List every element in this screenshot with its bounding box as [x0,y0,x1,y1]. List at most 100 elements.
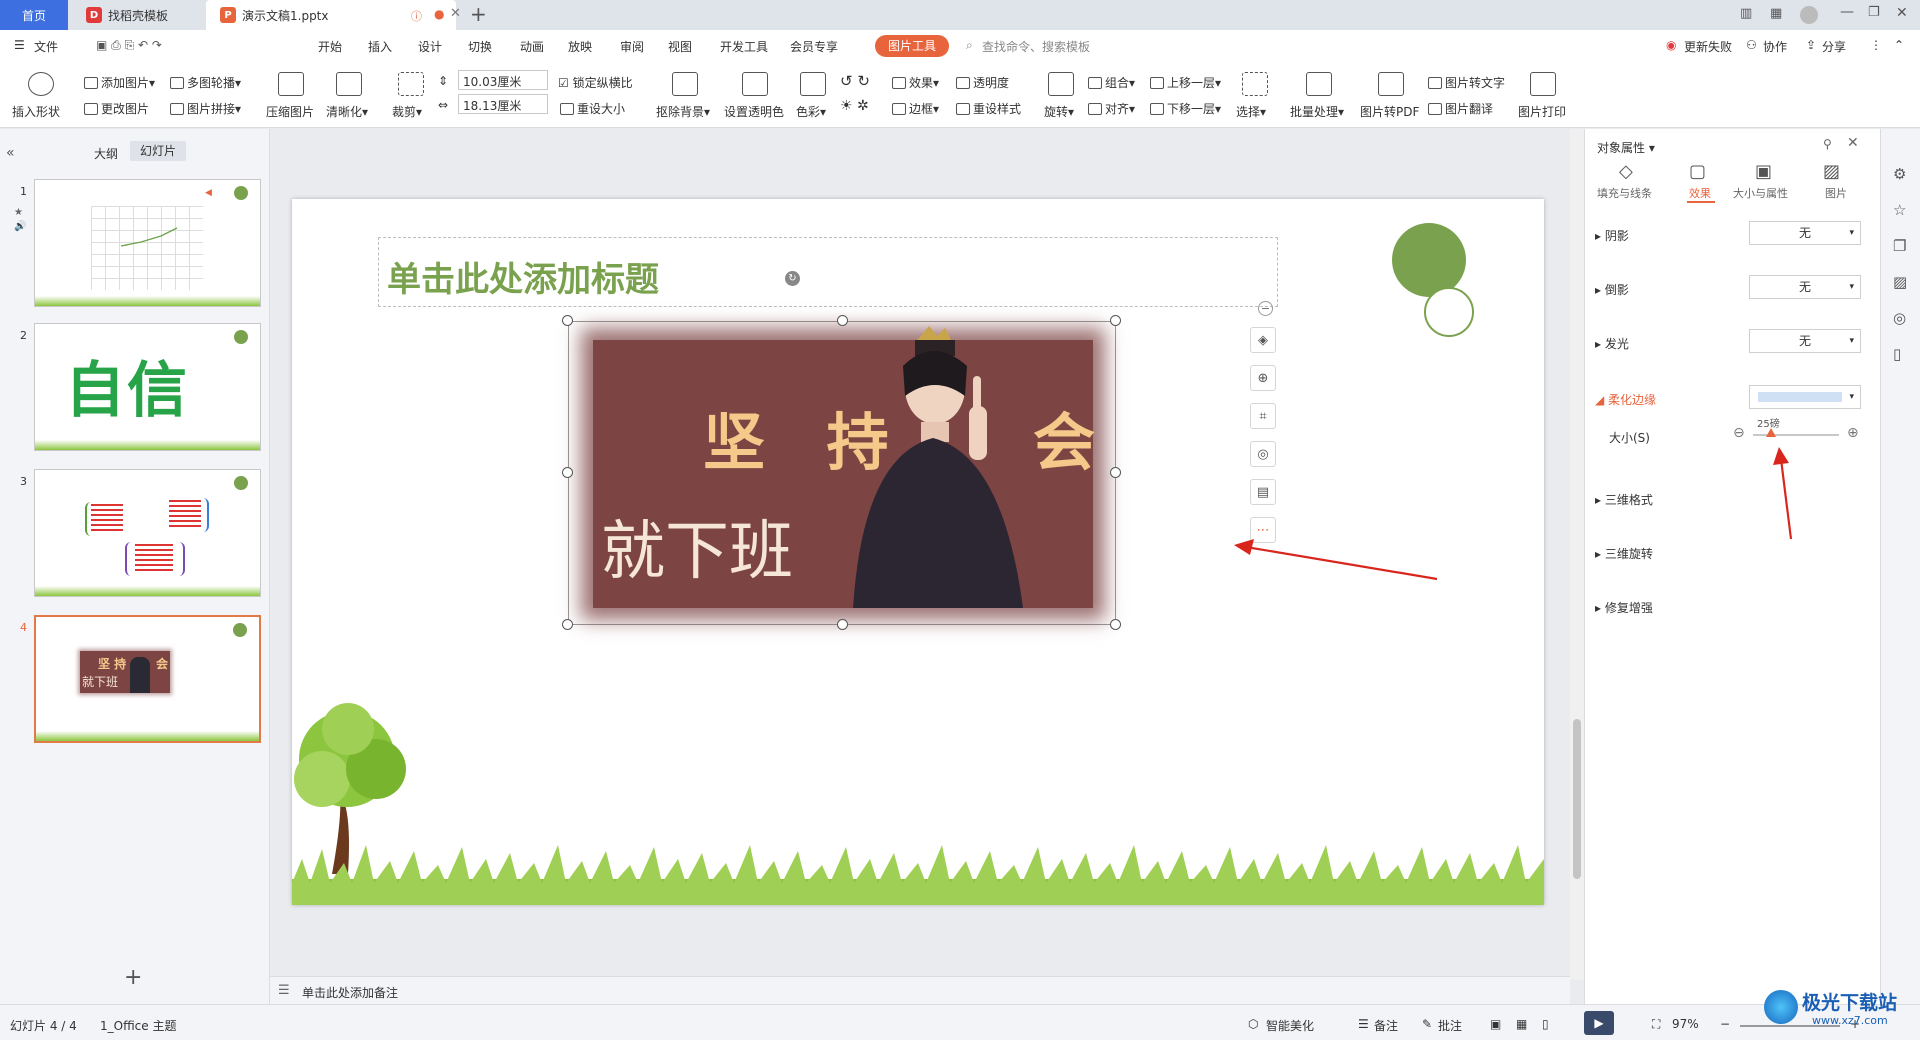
idea-icon[interactable]: ◎ [1250,441,1276,467]
book-icon[interactable]: ▯ [1893,345,1901,363]
resize-handle-sw[interactable] [562,619,573,630]
image-icon[interactable]: ▨ [1893,273,1907,291]
menu-item[interactable]: 插入 [368,38,392,55]
play-button[interactable]: ▶ [1584,1011,1614,1035]
effects-button[interactable]: 效果▾ [892,74,939,91]
crop-button[interactable]: 裁剪▾ [392,103,422,120]
zoom-out-icon[interactable]: − [1720,1017,1730,1031]
row-reflection[interactable]: ▸ 倒影 [1595,281,1629,298]
border-button[interactable]: 边框▾ [892,100,939,117]
brightness-icon[interactable]: ☀ ✲ [840,98,869,114]
panel-title[interactable]: 对象属性 ▾ [1597,139,1655,156]
vertical-scrollbar[interactable] [1570,129,1584,980]
search-icon[interactable]: ⌕ [966,38,973,53]
beautify-icon[interactable]: ⬡ [1248,1017,1258,1031]
collapse-toolbar-icon[interactable]: − [1258,301,1273,316]
notes-placeholder[interactable]: 单击此处添加备注 [302,984,398,1001]
row-3d-format[interactable]: ▸ 三维格式 [1595,491,1653,508]
location-icon[interactable]: ◎ [1893,309,1906,327]
tab-slides[interactable]: 幻灯片 [130,141,186,161]
slide-thumb-3[interactable] [34,469,261,597]
tab-size-props[interactable]: 大小与属性 [1733,185,1788,201]
reflection-dropdown[interactable]: 无 ▾ [1749,275,1861,299]
resize-handle-n[interactable] [837,315,848,326]
share-button[interactable]: 分享 [1822,38,1846,55]
sorter-view-icon[interactable]: ▦ [1516,1017,1527,1031]
share-icon[interactable]: ⇪ [1806,38,1816,52]
picture-tab-icon[interactable]: ▨ [1823,161,1840,182]
image-splice-button[interactable]: 图片拼接▾ [170,100,241,117]
select-button[interactable]: 选择▾ [1236,103,1266,120]
menu-picture-tools[interactable]: 图片工具 [875,35,949,57]
tab-document[interactable]: P 演示文稿1.pptx ⓘ ● [206,0,456,30]
tab-template[interactable]: D 找稻壳模板 [72,0,202,30]
tab-home[interactable]: 首页 [0,0,68,30]
theme-name[interactable]: 1_Office 主题 [100,1017,176,1034]
change-image-button[interactable]: 更改图片 [84,100,149,117]
quick-access-toolbar[interactable]: ▣ ⎙ ⎘ ↶ ↷ [96,38,162,53]
resize-handle-se[interactable] [1110,619,1121,630]
hamburger-icon[interactable]: ☰ [14,38,25,52]
width-field[interactable]: 10.03厘米 [458,70,548,90]
beautify-button[interactable]: 智能美化 [1266,1017,1314,1034]
row-repair[interactable]: ▸ 修复增强 [1595,599,1653,616]
image-to-text-icon[interactable]: ▤ [1250,479,1276,505]
reading-view-icon[interactable]: ▯ [1542,1017,1549,1031]
close-panel-icon[interactable]: ✕ [1847,135,1859,151]
collab-icon[interactable]: ⚇ [1746,38,1757,52]
menu-file[interactable]: 文件 [34,38,58,55]
comments-toggle[interactable]: 批注 [1438,1017,1462,1034]
menu-item[interactable]: 动画 [520,38,544,55]
resize-handle-w[interactable] [562,467,573,478]
crop-tool-icon[interactable]: ⌗ [1250,403,1276,429]
resize-handle-ne[interactable] [1110,315,1121,326]
copy-format-icon[interactable]: ❐ [1893,237,1906,255]
menu-item[interactable]: 视图 [668,38,692,55]
zoom-icon[interactable]: ⊕ [1250,365,1276,391]
height-field[interactable]: 18.13厘米 [458,94,548,114]
layers-icon[interactable]: ◈ [1250,327,1276,353]
slide-title[interactable]: 单击此处添加标题 [387,252,659,301]
remove-bg-button[interactable]: 抠除背景▾ [656,103,710,120]
close-tab-icon[interactable]: ✕ [450,6,461,21]
command-search[interactable]: 查找命令、搜索模板 [982,38,1090,55]
animation-icon[interactable]: ☆ [1893,201,1906,219]
close-window-icon[interactable]: ✕ [1896,5,1908,21]
effects-tab-icon[interactable]: ▢ [1689,161,1706,182]
resize-handle-s[interactable] [837,619,848,630]
menu-item[interactable]: 会员专享 [790,38,838,55]
group-button[interactable]: 组合▾ [1088,74,1135,91]
minimize-icon[interactable]: — [1840,4,1854,20]
tab-fill-line[interactable]: 填充与线条 [1597,185,1652,201]
picture-selection-frame[interactable]: 坚 持 会 就下班 [568,321,1116,625]
row-glow[interactable]: ▸ 发光 [1595,335,1629,352]
transparency-button[interactable]: 透明度 [956,74,1009,91]
normal-view-icon[interactable]: ▣ [1490,1017,1501,1031]
green-circle-shape[interactable] [1392,223,1466,297]
translate-button[interactable]: 图片翻译 [1428,100,1493,117]
insert-shape-button[interactable]: 插入形状 [12,103,60,120]
sharpen-button[interactable]: 清晰化▾ [326,103,368,120]
lock-ratio-checkbox[interactable]: ☑ 锁定纵横比 [558,74,633,91]
tab-picture[interactable]: 图片 [1825,185,1847,201]
more-icon[interactable]: ⋮ [1870,38,1882,52]
avatar[interactable] [1800,6,1818,24]
row-shadow[interactable]: ▸ 阴影 [1595,227,1629,244]
zoom-level[interactable]: 97% [1672,1017,1699,1031]
tab-effects[interactable]: 效果 [1689,185,1711,201]
tab-outline[interactable]: 大纲 [94,145,118,162]
comment-icon[interactable]: ✎ [1422,1017,1432,1031]
restore-icon[interactable]: ❐ [1868,5,1880,20]
rotate-left-icon[interactable]: ↺ ↻ [840,72,870,90]
notes-bar[interactable]: ☰ 单击此处添加备注 [270,976,1570,1004]
collab-button[interactable]: 协作 [1763,38,1787,55]
fill-line-icon[interactable]: ◇ [1619,161,1633,182]
update-failed[interactable]: 更新失败 [1684,38,1732,55]
color-button[interactable]: 色彩▾ [796,103,826,120]
align-button[interactable]: 对齐▾ [1088,100,1135,117]
increase-icon[interactable]: ⊕ [1847,425,1859,441]
add-image-button[interactable]: 添加图片▾ [84,74,155,91]
new-tab-icon[interactable]: + [470,2,487,26]
menu-item[interactable]: 设计 [418,38,442,55]
menu-item[interactable]: 切换 [468,38,492,55]
